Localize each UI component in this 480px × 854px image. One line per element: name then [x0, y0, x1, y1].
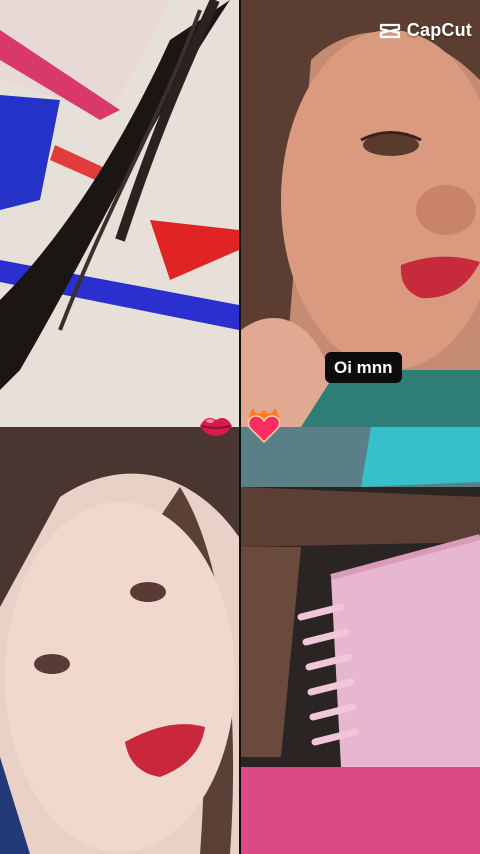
clothing-art-bottom-right	[241, 427, 480, 854]
video-tile-top-left	[0, 0, 239, 427]
face-art-bottom-left	[0, 427, 239, 854]
brand-watermark: CapCut	[379, 20, 472, 41]
capcut-logo-icon	[379, 23, 400, 38]
caption-text: Oi mnn	[325, 352, 402, 383]
blanket-and-hair-art	[0, 0, 239, 427]
tile-divider-vertical	[239, 0, 241, 854]
kiss-lips-icon	[200, 418, 232, 436]
brand-name: CapCut	[406, 20, 472, 40]
heart-on-fire-icon	[247, 408, 281, 444]
video-tile-bottom-right	[241, 427, 480, 854]
video-tile-bottom-left	[0, 427, 239, 854]
